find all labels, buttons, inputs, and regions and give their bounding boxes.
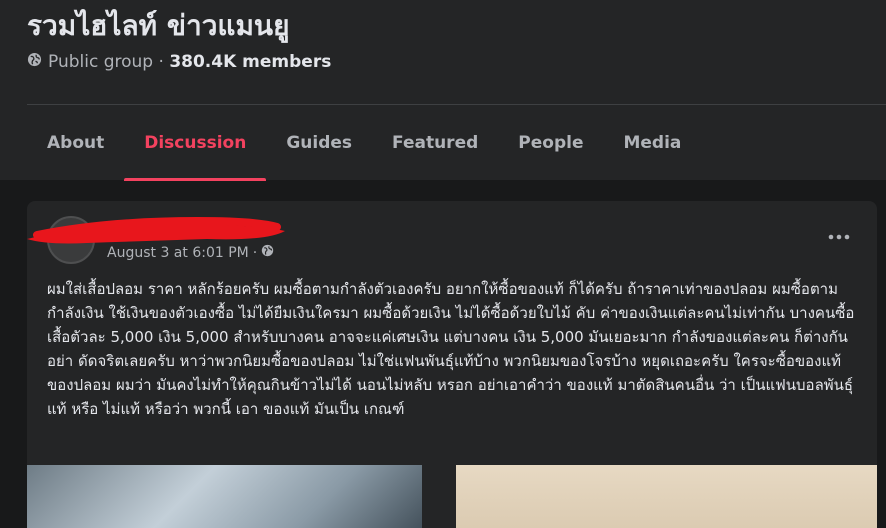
more-options-button[interactable]	[827, 225, 851, 249]
tab-media[interactable]: Media	[603, 105, 701, 181]
post-card: August 3 at 6:01 PM · ผมใส่เสื้อปลอม ราค…	[27, 201, 877, 528]
redaction-scribble	[27, 216, 285, 244]
globe-icon	[261, 244, 274, 261]
post-photo-1[interactable]	[27, 465, 422, 528]
tab-discussion[interactable]: Discussion	[124, 105, 267, 181]
meta-dot: ·	[252, 244, 258, 261]
meta-separator: ·	[153, 52, 170, 72]
group-meta: Public group · 380.4K members	[27, 52, 331, 72]
group-title[interactable]: รวมไฮไลท์ ข่าวแมนยู	[27, 4, 289, 48]
member-count[interactable]: 380.4K members	[169, 52, 331, 72]
privacy-label[interactable]: Public group	[48, 52, 153, 72]
tab-people[interactable]: People	[498, 105, 603, 181]
post-timestamp[interactable]: August 3 at 6:01 PM	[107, 245, 249, 261]
tab-about[interactable]: About	[27, 105, 124, 181]
post-text: ผมใส่เสื้อปลอม ราคา หลักร้อยครับ ผมซื้อต…	[47, 280, 855, 418]
more-options-icon	[828, 234, 850, 240]
globe-icon	[27, 52, 42, 72]
tab-guides[interactable]: Guides	[266, 105, 372, 181]
group-header: รวมไฮไลท์ ข่าวแมนยู Public group · 380.4…	[0, 0, 886, 181]
post-photo-2[interactable]	[456, 465, 877, 528]
group-tabs: About Discussion Guides Featured People …	[27, 105, 701, 181]
post-meta: August 3 at 6:01 PM ·	[107, 244, 274, 261]
tab-featured[interactable]: Featured	[372, 105, 498, 181]
